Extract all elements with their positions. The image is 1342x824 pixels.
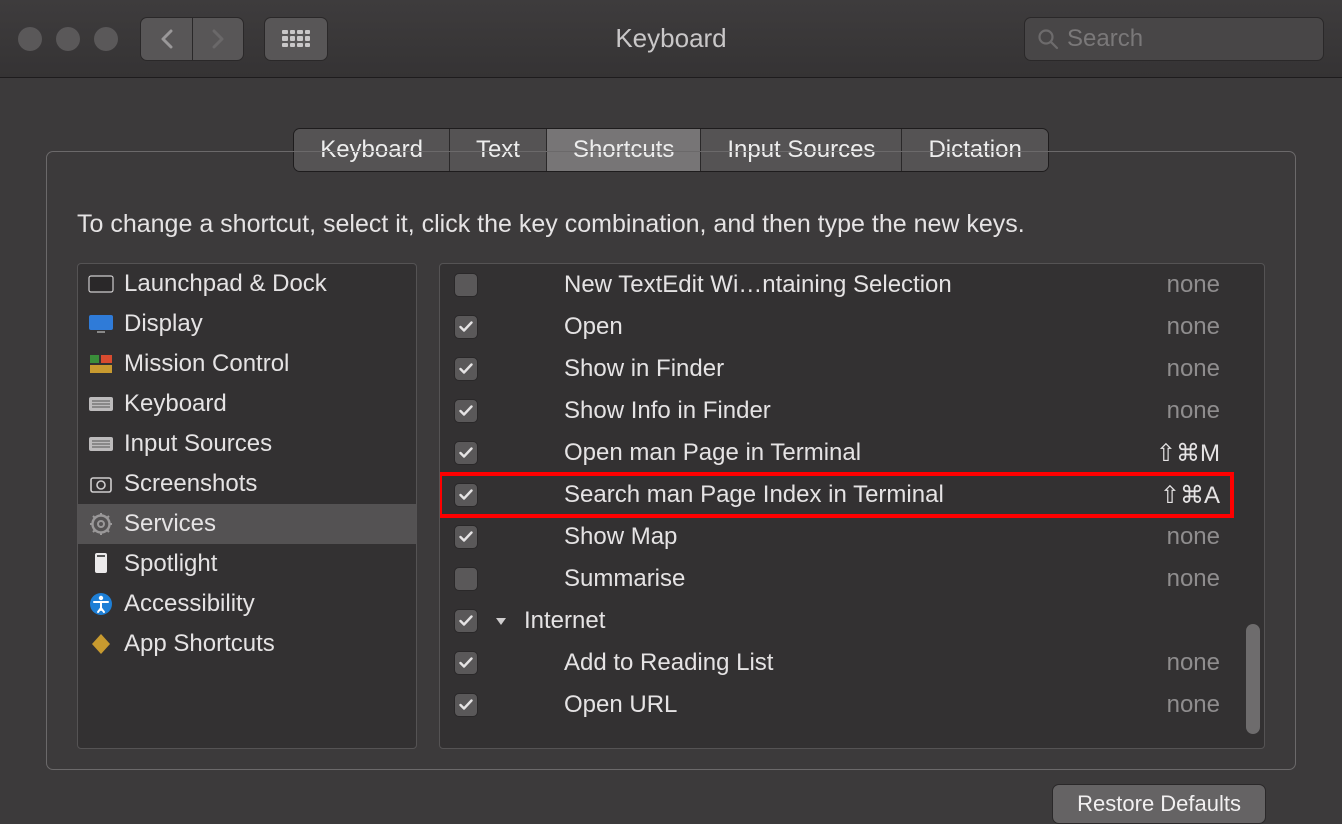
checkbox[interactable] — [454, 567, 478, 591]
sidebar-item-spotlight[interactable]: Spotlight — [78, 544, 416, 584]
checkbox[interactable] — [454, 399, 478, 423]
nav-group — [140, 17, 244, 61]
sidebar-item-launchpad-dock[interactable]: Launchpad & Dock — [78, 264, 416, 304]
groupbox: To change a shortcut, select it, click t… — [46, 151, 1296, 770]
shortcut-key[interactable]: none — [1167, 397, 1250, 425]
spotlight-icon — [88, 551, 114, 577]
checkbox[interactable] — [454, 525, 478, 549]
sidebar-item-label: Display — [124, 310, 203, 338]
search-input[interactable]: Search — [1024, 17, 1324, 61]
sidebar-item-label: Launchpad & Dock — [124, 270, 327, 298]
shortcut-row[interactable]: Show in Finder none — [440, 348, 1264, 390]
checkbox[interactable] — [454, 651, 478, 675]
content: KeyboardTextShortcutsInput SourcesDictat… — [0, 78, 1342, 824]
disclosure-triangle-icon[interactable] — [492, 615, 510, 627]
shortcut-row[interactable]: Open none — [440, 306, 1264, 348]
shortcut-row[interactable]: Open man Page in Terminal ⇧⌘M — [440, 432, 1264, 474]
shortcut-row[interactable]: Summarise none — [440, 558, 1264, 600]
sidebar-item-label: Accessibility — [124, 590, 255, 618]
sidebar-item-screenshots[interactable]: Screenshots — [78, 464, 416, 504]
shortcut-key[interactable]: none — [1167, 313, 1250, 341]
apps-icon — [88, 631, 114, 657]
shortcut-list: New TextEdit Wi…ntaining SelectionnoneOp… — [439, 263, 1265, 749]
window-title: Keyboard — [615, 23, 726, 54]
shortcut-row[interactable]: Show Map none — [440, 516, 1264, 558]
close-window-button[interactable] — [18, 27, 42, 51]
checkbox[interactable] — [454, 441, 478, 465]
checkbox[interactable] — [454, 315, 478, 339]
shortcut-row[interactable]: Add to Reading List none — [440, 642, 1264, 684]
shortcut-label: Add to Reading List — [564, 649, 1153, 677]
window: Keyboard Search KeyboardTextShortcutsInp… — [0, 0, 1342, 824]
forward-button[interactable] — [192, 17, 244, 61]
keyboard-icon — [88, 391, 114, 417]
category-sidebar: Launchpad & Dock Display Mission Control Ke… — [77, 263, 417, 749]
launchpad-icon — [88, 271, 114, 297]
shortcut-key[interactable]: none — [1167, 271, 1250, 299]
gear-icon — [88, 511, 114, 537]
titlebar: Keyboard Search — [0, 0, 1342, 78]
shortcut-label: New TextEdit Wi…ntaining Selection — [564, 271, 1153, 299]
zoom-window-button[interactable] — [94, 27, 118, 51]
sidebar-item-mission-control[interactable]: Mission Control — [78, 344, 416, 384]
sidebar-item-accessibility[interactable]: Accessibility — [78, 584, 416, 624]
shortcut-label: Open man Page in Terminal — [564, 439, 1142, 467]
shortcut-row[interactable]: New TextEdit Wi…ntaining Selection none — [440, 264, 1264, 306]
back-button[interactable] — [140, 17, 192, 61]
apps-grid-button[interactable] — [264, 17, 328, 61]
shortcut-key[interactable]: none — [1167, 565, 1250, 593]
accessibility-icon — [88, 591, 114, 617]
restore-defaults-label: Restore Defaults — [1077, 791, 1241, 817]
shortcut-group-row[interactable]: Internet — [440, 600, 1264, 642]
shortcut-key[interactable]: ⇧⌘M — [1156, 439, 1250, 468]
mission-icon — [88, 351, 114, 377]
shortcut-label: Search man Page Index in Terminal — [564, 481, 1146, 509]
shortcut-key[interactable]: ⇧⌘A — [1160, 481, 1250, 510]
shortcut-label: Show in Finder — [564, 355, 1153, 383]
sidebar-item-label: Keyboard — [124, 390, 227, 418]
sidebar-item-label: Input Sources — [124, 430, 272, 458]
shortcut-label: Open URL — [564, 691, 1153, 719]
sidebar-item-label: Spotlight — [124, 550, 217, 578]
checkbox[interactable] — [454, 273, 478, 297]
panes: Launchpad & Dock Display Mission Control Ke… — [77, 263, 1265, 749]
minimize-window-button[interactable] — [56, 27, 80, 51]
sidebar-item-label: Screenshots — [124, 470, 257, 498]
search-placeholder: Search — [1067, 25, 1143, 53]
keyboard-icon — [88, 431, 114, 457]
shortcut-key[interactable]: none — [1167, 649, 1250, 677]
search-icon — [1037, 28, 1059, 50]
sidebar-item-app-shortcuts[interactable]: App Shortcuts — [78, 624, 416, 664]
scrollbar-thumb[interactable] — [1246, 624, 1260, 734]
screenshot-icon — [88, 471, 114, 497]
checkbox[interactable] — [454, 357, 478, 381]
sidebar-item-display[interactable]: Display — [78, 304, 416, 344]
display-icon — [88, 311, 114, 337]
sidebar-item-services[interactable]: Services — [78, 504, 416, 544]
shortcut-key[interactable]: none — [1167, 355, 1250, 383]
instruction-text: To change a shortcut, select it, click t… — [77, 210, 1265, 239]
shortcut-key[interactable]: none — [1167, 523, 1250, 551]
shortcut-row[interactable]: Open URL none — [440, 684, 1264, 726]
shortcut-row[interactable]: Search man Page Index in Terminal ⇧⌘A — [440, 474, 1264, 516]
window-controls — [18, 27, 118, 51]
shortcut-key[interactable]: none — [1167, 691, 1250, 719]
sidebar-item-input-sources[interactable]: Input Sources — [78, 424, 416, 464]
grid-icon — [282, 30, 310, 48]
sidebar-item-label: Mission Control — [124, 350, 289, 378]
sidebar-item-keyboard[interactable]: Keyboard — [78, 384, 416, 424]
shortcut-row[interactable]: Show Info in Finder none — [440, 390, 1264, 432]
sidebar-item-label: App Shortcuts — [124, 630, 275, 658]
restore-defaults-button[interactable]: Restore Defaults — [1052, 784, 1266, 824]
footer: Restore Defaults — [46, 770, 1296, 824]
shortcut-label: Show Map — [564, 523, 1153, 551]
shortcut-label: Show Info in Finder — [564, 397, 1153, 425]
checkbox[interactable] — [454, 693, 478, 717]
shortcut-label: Summarise — [564, 565, 1153, 593]
checkbox[interactable] — [454, 609, 478, 633]
shortcut-label: Open — [564, 313, 1153, 341]
checkbox[interactable] — [454, 483, 478, 507]
group-label: Internet — [524, 607, 605, 635]
sidebar-item-label: Services — [124, 510, 216, 538]
